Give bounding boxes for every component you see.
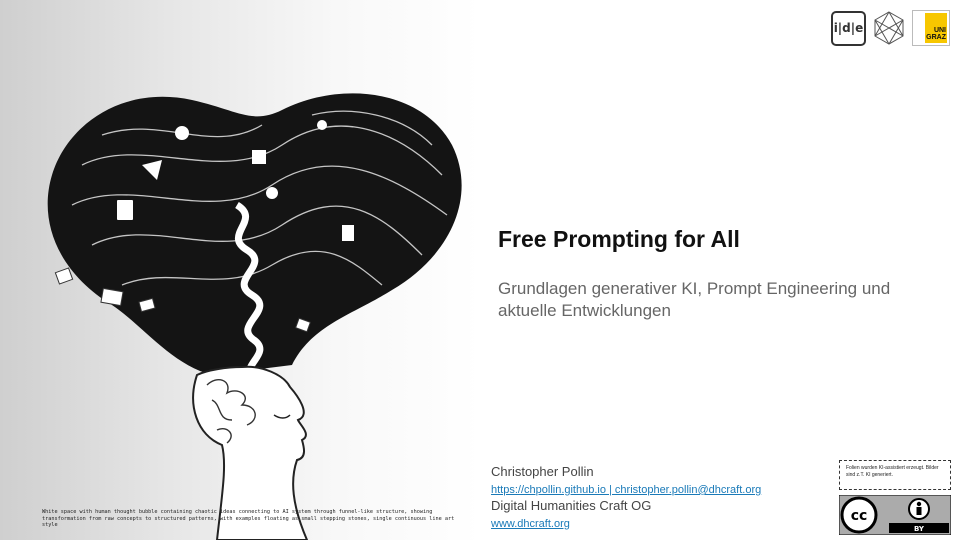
image-caption: White space with human thought bubble co… [42,509,455,528]
cc-by-license-badge: cc BY [839,495,951,535]
uni-graz-logo: UNI GRAZ [912,10,950,46]
organization-link[interactable]: www.dhcraft.org [491,518,570,530]
slide: White space with human thought bubble co… [0,0,960,540]
slide-title: Free Prompting for All [498,226,740,252]
license-label: BY [914,525,925,533]
author-name: Christopher Pollin [491,464,594,479]
ai-assisted-note: Folien wurden KI-assistiert erzeugt. Bil… [839,460,951,490]
author-block: Christopher Pollin https://chpollin.gith… [491,463,761,531]
slide-subtitle: Grundlagen generativer KI, Prompt Engine… [498,279,891,320]
author-links[interactable]: https://chpollin.github.io | christopher… [491,484,761,496]
network-logo-icon [874,11,904,45]
author-organization: Digital Humanities Craft OG [491,498,652,513]
idle-logo: i|d|e [831,10,866,46]
svg-text:cc: cc [851,508,868,524]
logo-bar: i|d|e UNI GRAZ [831,10,950,46]
thought-funnel-illustration [47,93,462,540]
uni-graz-logo-text: UNI GRAZ [926,27,946,41]
